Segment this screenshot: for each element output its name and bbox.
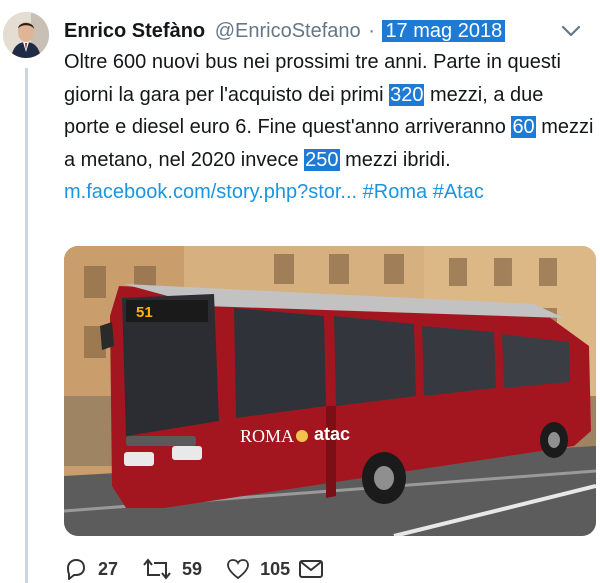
retweet-button[interactable]: 59 (142, 557, 202, 581)
author-name[interactable]: Enrico Stefàno (64, 20, 205, 42)
tweet-image[interactable]: 51 ROMA atac (64, 246, 596, 536)
like-button[interactable]: 105 (226, 558, 334, 580)
separator-dot: · (368, 20, 375, 42)
hashtag-atac[interactable]: #Atac (433, 181, 484, 203)
facebook-link[interactable]: m.facebook.com/story.php?stor... (64, 181, 357, 203)
avatar-photo (3, 12, 49, 58)
author-handle[interactable]: @EnricoStefano (215, 20, 361, 42)
heart-icon (227, 559, 249, 580)
bus-route-sign: 51 (136, 304, 153, 321)
tweet-header: Enrico Stefàno @EnricoStefano · 17 mag 2… (64, 16, 560, 46)
reply-count: 27 (98, 558, 119, 579)
like-count: 105 (260, 558, 291, 579)
thread-line (25, 68, 28, 583)
bus-photo: 51 ROMA atac (64, 246, 596, 536)
highlight-number: 250 (304, 148, 340, 171)
tweet-date[interactable]: 17 mag 2018 (382, 20, 506, 42)
tweet-actions: 27 59 105 (64, 555, 358, 583)
tweet-text-part: mezzi ibridi. (339, 148, 451, 171)
highlight-number: 60 (511, 116, 536, 138)
retweet-count: 59 (182, 558, 203, 579)
chevron-down-icon[interactable] (560, 20, 582, 42)
highlight-number: 320 (389, 83, 425, 106)
message-icon[interactable] (298, 558, 324, 580)
bus-brand-atac: atac (314, 424, 350, 444)
reply-icon (67, 559, 85, 580)
avatar[interactable] (3, 12, 49, 58)
reply-button[interactable]: 27 (64, 557, 118, 581)
bus-brand-roma: ROMA (240, 426, 294, 446)
tweet-text: Oltre 600 nuovi bus nei prossimi tre ann… (64, 46, 594, 209)
hashtag-roma[interactable]: #Roma (363, 181, 427, 203)
retweet-icon (143, 558, 171, 580)
